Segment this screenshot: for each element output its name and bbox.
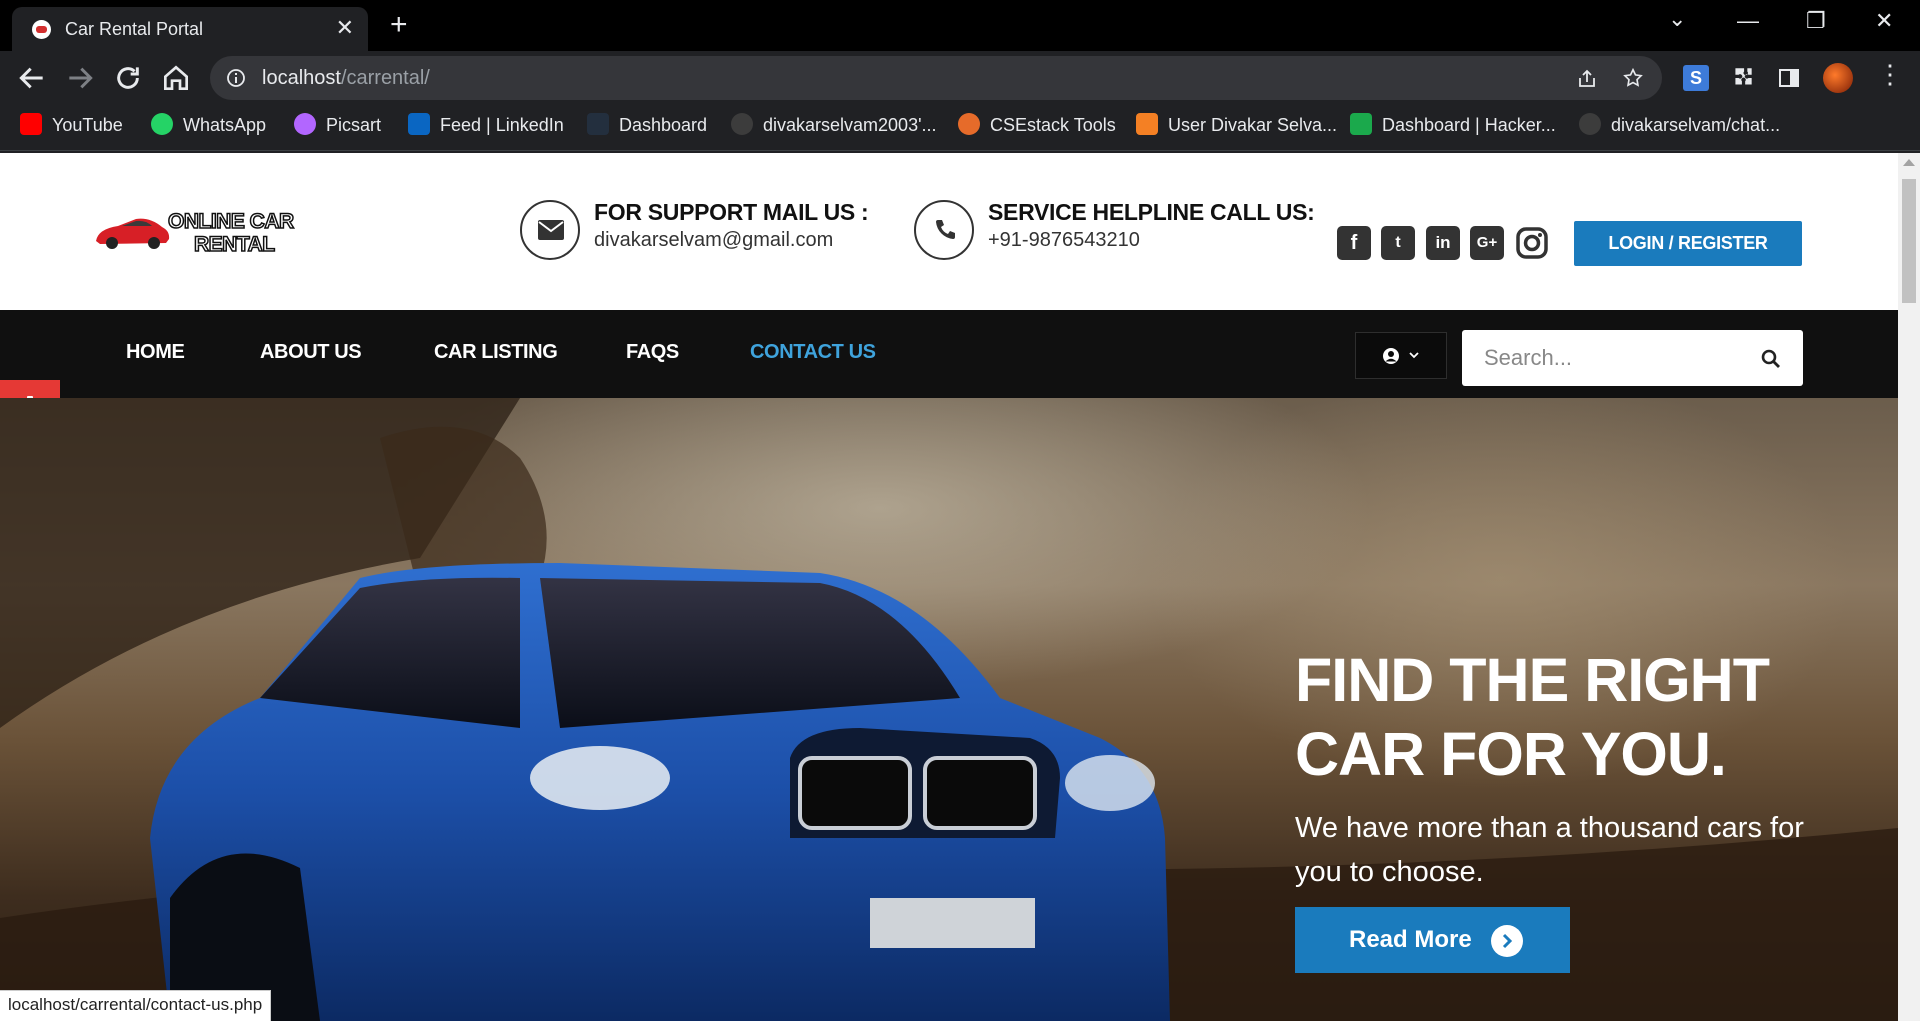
nav-car-listing[interactable]: CAR LISTING [434,341,558,364]
bookmarks-bar: YouTube WhatsApp Picsart Feed | LinkedIn… [0,105,1920,151]
google-plus-icon[interactable]: G+ [1470,226,1504,260]
bookmark-youtube[interactable]: YouTube [20,113,123,141]
user-dropdown[interactable] [1355,332,1447,379]
helpline-phone[interactable]: +91-9876543210 [988,229,1140,252]
instagram-icon[interactable] [1515,226,1549,260]
aws-icon [587,113,609,136]
chevron-right-circle-icon [1491,925,1523,957]
tab-search-icon[interactable]: ⌄ [1668,6,1686,32]
facebook-icon[interactable]: f [1337,226,1371,260]
scroll-thumb[interactable] [1902,179,1916,303]
hero-title: FIND THE RIGHT CAR FOR YOU. [1295,646,1770,788]
bookmark-whatsapp[interactable]: WhatsApp [151,113,266,141]
extension-s-icon[interactable]: S [1683,65,1709,91]
back-icon[interactable] [16,62,48,94]
mail-circle [520,200,580,260]
nav-home[interactable]: HOME [126,341,185,364]
minimize-icon[interactable]: — [1737,8,1759,34]
forward-icon[interactable] [64,62,96,94]
picsart-icon [294,113,316,136]
site-logo[interactable]: ONLINE CAR RENTAL [92,203,322,263]
close-tab-icon[interactable]: ✕ [336,16,354,40]
bookmark-github-2[interactable]: divakarselvam/chat... [1579,113,1780,141]
search-icon[interactable] [1761,349,1781,369]
github-icon [731,113,753,136]
window-close-icon[interactable]: ✕ [1875,8,1893,34]
site-header: ONLINE CAR RENTAL FOR SUPPORT MAIL US : … [0,153,1898,310]
hackerrank-icon [1350,113,1372,136]
nav-faqs[interactable]: FAQS [626,341,679,364]
user-circle-icon [1383,348,1399,364]
search-input[interactable] [1462,330,1742,386]
restore-icon[interactable]: ❐ [1806,8,1826,34]
bookmark-picsart[interactable]: Picsart [294,113,381,141]
nav-about-us[interactable]: ABOUT US [260,341,362,364]
login-register-button[interactable]: LOGIN / REGISTER [1574,221,1802,266]
page-scrollbar[interactable] [1898,153,1920,1021]
browser-tabstrip: Car Rental Portal ✕ + ⌄ — ❐ ✕ [0,0,1920,51]
bookmark-stackoverflow[interactable]: User Divakar Selva... [1136,113,1337,141]
scroll-up-arrow-icon[interactable] [1903,159,1915,166]
read-more-label: Read More [1349,926,1472,953]
phone-circle [914,200,974,260]
youtube-icon [20,113,42,136]
bookmark-github-1[interactable]: divakarselvam2003'... [731,113,937,141]
github-icon [1579,113,1601,136]
side-panel-icon[interactable] [1777,66,1801,90]
status-bar-url: localhost/carrental/contact-us.php [0,990,272,1021]
hero-subtitle: We have more than a thousand cars for yo… [1295,812,1804,888]
browser-toolbar: localhost/carrental/ S ⋮ [0,51,1920,105]
linkedin-icon [408,113,430,136]
phone-icon [936,220,955,239]
profile-avatar[interactable] [1823,63,1853,93]
address-bar[interactable]: localhost/carrental/ [210,56,1662,100]
reload-icon[interactable] [112,62,144,94]
envelope-icon [538,220,564,240]
hero-banner: FIND THE RIGHT CAR FOR YOU. We have more… [0,398,1898,1021]
search-form [1462,330,1803,386]
helpline-title: SERVICE HELPLINE CALL US: [988,199,1315,225]
logo-line1: ONLINE CAR [167,210,295,233]
car-favicon-icon [32,20,51,39]
red-car-logo-icon [96,218,170,249]
new-tab-icon[interactable]: + [390,10,408,40]
logo-line2: RENTAL [193,233,276,256]
support-title: FOR SUPPORT MAIL US : [594,199,869,225]
whatsapp-icon [151,113,173,136]
main-navigation: HOME ABOUT US CAR LISTING FAQS CONTACT U… [0,310,1898,398]
nav-contact-us[interactable]: CONTACT US [750,341,876,364]
twitter-icon[interactable]: t [1381,226,1415,260]
page-viewport: ONLINE CAR RENTAL FOR SUPPORT MAIL US : … [0,153,1898,1021]
browser-menu-icon[interactable]: ⋮ [1877,61,1903,87]
linkedin-social-icon[interactable]: in [1426,226,1460,260]
stackoverflow-icon [1136,113,1158,136]
url-text: localhost/carrental/ [262,67,430,89]
bookmark-hackerrank[interactable]: Dashboard | Hacker... [1350,113,1556,141]
csestack-icon [958,113,980,136]
chevron-down-icon [1409,352,1419,359]
home-icon[interactable] [160,62,192,94]
bookmark-star-icon[interactable] [1622,67,1644,89]
bookmark-aws-dashboard[interactable]: Dashboard [587,113,707,141]
bookmark-linkedin[interactable]: Feed | LinkedIn [408,113,564,141]
support-email[interactable]: divakarselvam@gmail.com [594,229,833,252]
read-more-button[interactable]: Read More [1295,907,1570,973]
browser-tab[interactable]: Car Rental Portal ✕ [12,7,368,51]
share-icon[interactable] [1576,68,1598,90]
info-icon[interactable] [226,68,246,88]
extensions-puzzle-icon[interactable] [1730,65,1756,91]
bookmark-csestack[interactable]: CSEstack Tools [958,113,1116,141]
tab-title: Car Rental Portal [65,19,204,39]
